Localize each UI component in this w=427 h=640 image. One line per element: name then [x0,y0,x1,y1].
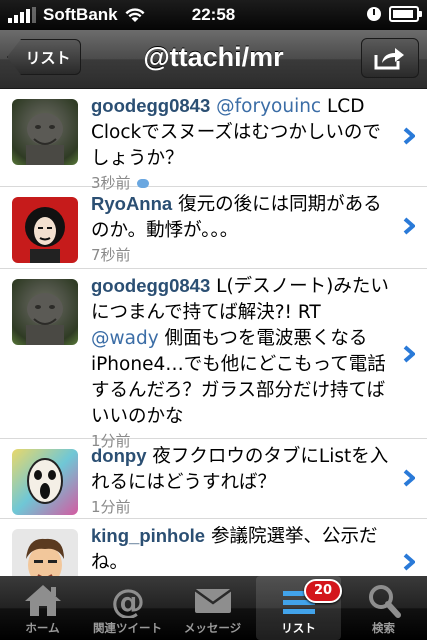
tweet-row[interactable]: donpy 夜フクロウのタブにListを入れるにはどうすれば？ 1分前 [0,439,427,519]
chevron-right-icon[interactable] [403,553,415,571]
tweet-row[interactable]: goodegg0843 @foryouinc LCD Clockでスヌーズはむつ… [0,89,427,192]
share-button[interactable] [361,38,419,78]
tab-bar: ホーム @ 関連ツイート メッセージ 20 リスト 検索 [0,576,427,640]
tweet-username[interactable]: king_pinhole [91,525,205,546]
tweet-mention[interactable]: @foryouinc [216,96,321,117]
tab-label: リスト [281,621,316,635]
tab-search[interactable]: 検索 [341,576,426,640]
tab-messages[interactable]: メッセージ [170,576,255,640]
tab-label: 関連ツイート [93,621,162,635]
tweet-mention[interactable]: @wady [91,328,159,349]
chevron-right-icon[interactable] [403,345,415,363]
avatar[interactable] [12,99,78,165]
tab-label: メッセージ [183,621,242,635]
status-bar: SoftBank 22:58 [0,0,427,30]
home-icon [25,585,61,616]
tweet-username[interactable]: donpy [91,445,147,466]
chevron-right-icon[interactable] [403,127,415,145]
svg-text:@: @ [111,582,145,618]
search-icon [369,585,401,618]
tab-mentions[interactable]: @ 関連ツイート [85,576,170,640]
tweet-row[interactable]: goodegg0843 L(デスノート)みたいにつまんで持てば解決?! RT @… [0,269,427,450]
avatar[interactable] [12,197,78,263]
tweet-row[interactable]: king_pinhole 参議院選挙、公示だね。 [0,519,427,576]
chevron-right-icon[interactable] [403,217,415,235]
tab-label: ホーム [25,621,60,635]
tab-lists[interactable]: 20 リスト [256,576,342,640]
rotation-lock-icon [367,7,381,21]
navigation-bar: リスト @ttachi/mr [0,30,427,89]
tweet-row[interactable]: RyoAnna 復元の後には同期があるのか。動悸が。。。 7秒前 [0,187,427,269]
tweet-username[interactable]: goodegg0843 [91,275,210,296]
share-icon [374,48,404,70]
status-time: 22:58 [191,5,236,24]
at-icon: @ [111,582,145,618]
avatar[interactable] [12,449,78,515]
tab-label: 検索 [372,621,395,635]
unread-badge: 20 [304,579,342,603]
avatar[interactable] [12,279,78,345]
tweet-time: 1分前 [91,498,131,516]
chevron-right-icon[interactable] [403,469,415,487]
avatar[interactable] [12,529,78,576]
tweet-list[interactable]: goodegg0843 @foryouinc LCD Clockでスヌーズはむつ… [0,89,427,576]
envelope-icon [194,588,232,613]
tab-home[interactable]: ホーム [0,576,85,640]
battery-icon [389,6,422,22]
tweet-username[interactable]: goodegg0843 [91,95,210,116]
tweet-username[interactable]: RyoAnna [91,193,172,214]
tweet-time: 7秒前 [91,246,131,264]
